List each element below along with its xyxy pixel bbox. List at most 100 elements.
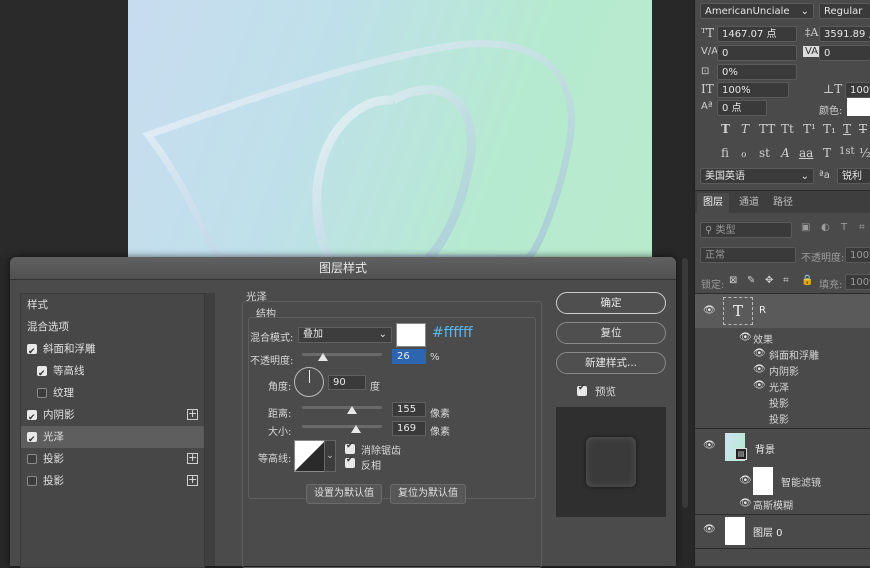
eye-icon[interactable]: 👁 [703, 305, 716, 316]
bevel-checkbox[interactable] [27, 341, 37, 363]
new-style-button[interactable]: 新建样式... [556, 352, 666, 374]
style-item-contour[interactable]: 等高线 [21, 360, 204, 385]
eye-icon[interactable]: 👁 [739, 498, 752, 509]
filter-text-icon[interactable]: T [841, 222, 847, 233]
titling-alternates-button[interactable]: T [823, 146, 831, 160]
opacity-slider-track[interactable] [302, 353, 382, 356]
distance-slider-thumb[interactable] [346, 406, 357, 414]
faux-bold-button[interactable]: T [721, 122, 730, 136]
blend-mode-select[interactable]: 正常 [700, 247, 796, 263]
kerning-input[interactable]: 0 [717, 45, 797, 61]
layer-opacity-input[interactable]: 100% [845, 247, 870, 263]
style-list-scrollbar[interactable] [205, 293, 215, 566]
vertical-scale-input[interactable]: 100% [717, 82, 789, 98]
effect-row[interactable]: 投影 [695, 394, 870, 410]
blending-options-item[interactable]: 混合选项 [21, 316, 204, 338]
smart-filter-row[interactable]: 👁 智能滤镜 [695, 466, 870, 496]
contour-dropdown[interactable]: ⌄ [324, 440, 336, 472]
eye-icon[interactable]: 👁 [739, 332, 752, 343]
style-item-satin[interactable]: 光泽 [21, 426, 204, 451]
reset-default-button[interactable]: 复位为默认值 [390, 484, 466, 504]
lock-move-icon[interactable]: ✥ [765, 275, 773, 286]
style-item-inner-shadow[interactable]: 内阴影 + [21, 404, 204, 429]
eye-icon[interactable]: 👁 [703, 524, 716, 535]
add-inner-shadow-icon[interactable]: + [187, 408, 198, 420]
faux-italic-button[interactable]: T [741, 122, 749, 136]
opacity-slider-thumb[interactable] [317, 353, 328, 361]
satin-color-swatch[interactable] [396, 323, 426, 347]
drop-shadow-checkbox[interactable] [27, 454, 37, 464]
eye-icon[interactable]: 👁 [753, 364, 766, 375]
layer-row-background[interactable]: 👁 ▤ 背景 [695, 430, 870, 464]
preview-checkbox[interactable] [577, 383, 587, 396]
reset-button[interactable]: 复位 [556, 322, 666, 344]
filter-adjust-icon[interactable]: ◐ [821, 222, 830, 233]
set-default-button[interactable]: 设置为默认值 [306, 484, 382, 504]
distance-slider-track[interactable] [302, 406, 382, 409]
small-caps-button[interactable]: Tt [781, 122, 794, 136]
distance-input[interactable]: 155 [392, 402, 426, 417]
add-drop-shadow-icon[interactable]: + [187, 452, 198, 464]
invert-checkbox[interactable] [345, 455, 355, 468]
blend-mode-select[interactable]: 叠加 ⌄ [298, 327, 392, 343]
document-canvas[interactable] [128, 0, 652, 258]
effect-row[interactable]: 投影 [695, 410, 870, 426]
superscript-button[interactable]: T¹ [803, 122, 816, 136]
contour-checkbox[interactable] [37, 363, 47, 385]
style-item-texture[interactable]: 纹理 [21, 382, 204, 404]
ligatures-button[interactable]: fi [721, 146, 729, 160]
strikethrough-button[interactable]: T [859, 122, 867, 136]
all-caps-button[interactable]: TT [759, 122, 775, 136]
font-style-select[interactable]: Regular [819, 3, 870, 19]
font-size-input[interactable]: 1467.07 点 [717, 26, 797, 42]
filter-pixel-icon[interactable]: ▣ [801, 222, 810, 233]
swash-button[interactable]: A [781, 146, 790, 160]
anti-alias-select[interactable]: 锐利 [837, 168, 870, 184]
eye-icon[interactable]: 👁 [703, 440, 716, 451]
inner-shadow-checkbox[interactable] [27, 407, 37, 429]
contour-preview[interactable] [294, 440, 326, 472]
filter-row-gaussian[interactable]: 👁 高斯模糊 [695, 496, 870, 512]
layer-row-text[interactable]: 👁 T R [695, 294, 870, 328]
texture-checkbox[interactable] [37, 388, 47, 398]
style-item-drop-shadow-2[interactable]: 投影 + [21, 470, 204, 492]
subscript-button[interactable]: T₁ [823, 122, 836, 136]
lock-brush-icon[interactable]: ✎ [747, 275, 755, 286]
effect-row[interactable]: 👁 内阴影 [695, 362, 870, 378]
tsume-input[interactable]: 0% [717, 64, 797, 80]
old-style-button[interactable]: ℴ [741, 146, 747, 160]
satin-checkbox[interactable] [27, 429, 37, 451]
style-list-header[interactable]: 样式 [21, 294, 204, 316]
discretionary-ligatures-button[interactable]: st [759, 146, 770, 160]
fill-input[interactable]: 100% [845, 274, 870, 290]
fractions-button[interactable]: ½ [859, 146, 870, 160]
underline-button[interactable]: T [843, 122, 851, 136]
ok-button[interactable]: 确定 [556, 292, 666, 314]
size-slider-track[interactable] [302, 425, 382, 428]
eye-icon[interactable]: 👁 [753, 348, 766, 359]
leading-input[interactable]: 3591.89 点 [819, 26, 870, 42]
add-drop-shadow-2-icon[interactable]: + [187, 474, 198, 486]
opacity-input[interactable]: 26 [392, 349, 426, 364]
style-item-bevel[interactable]: 斜面和浮雕 [21, 338, 204, 363]
panel-scrollbar[interactable] [682, 258, 688, 508]
anti-alias-checkbox[interactable] [345, 441, 355, 454]
lock-transparent-icon[interactable]: ⊠ [729, 275, 737, 286]
stylistic-alternates-button[interactable]: aa [799, 146, 813, 160]
tab-channels[interactable]: 通道 [733, 193, 765, 213]
layer-row-layer0[interactable]: 👁 图层 0 [695, 516, 870, 546]
eye-icon[interactable]: 👁 [739, 475, 752, 486]
tab-paths[interactable]: 路径 [767, 193, 799, 213]
eye-icon[interactable]: 👁 [753, 380, 766, 391]
size-input[interactable]: 169 [392, 421, 426, 436]
effect-row[interactable]: 👁 光泽 [695, 378, 870, 394]
filter-shape-icon[interactable]: ⌗ [859, 222, 865, 233]
text-color-swatch[interactable] [847, 98, 870, 116]
font-family-select[interactable]: AmericanUnciale ⌄ [700, 3, 814, 19]
filter-kind-select[interactable]: ⚲ 类型 [700, 222, 792, 238]
angle-dial[interactable] [294, 367, 324, 397]
drop-shadow-2-checkbox[interactable] [27, 476, 37, 486]
horizontal-scale-input[interactable]: 100% [845, 82, 870, 98]
lock-artboard-icon[interactable]: ⌗ [783, 275, 789, 286]
effects-group[interactable]: 👁 效果 [695, 330, 870, 346]
